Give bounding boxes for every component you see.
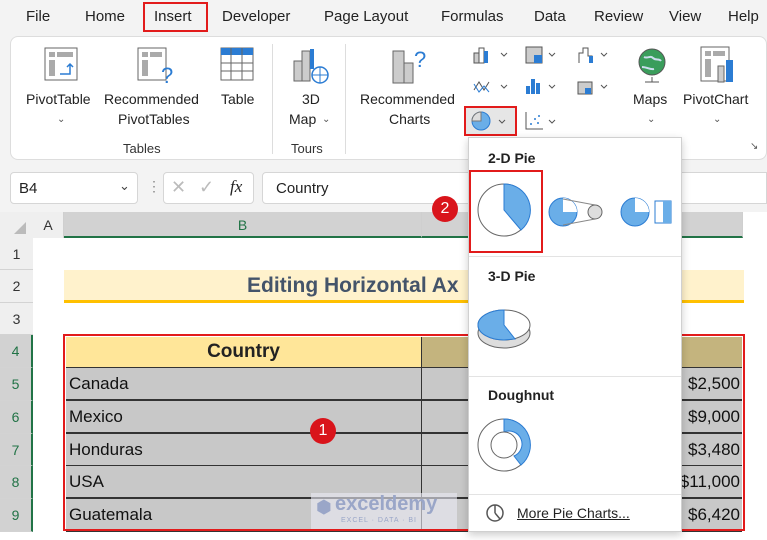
svg-text:?: ? bbox=[161, 63, 173, 85]
hierarchy-chart-button[interactable] bbox=[524, 45, 564, 65]
enter-icon[interactable]: ✓ bbox=[199, 177, 214, 198]
tab-developer[interactable]: Developer bbox=[222, 8, 290, 25]
more-pie-charts-link[interactable]: More Pie Charts... bbox=[485, 503, 675, 525]
group-tours-label: Tours bbox=[291, 141, 323, 156]
pie-of-pie-option[interactable] bbox=[547, 196, 607, 228]
bar-of-pie-option[interactable] bbox=[619, 196, 675, 228]
section-doughnut: Doughnut bbox=[488, 387, 555, 403]
recommended-pivottables-icon: ? bbox=[137, 47, 173, 85]
formula-buttons: ✕ ✓ fx bbox=[163, 172, 254, 204]
3d-pie-option[interactable] bbox=[477, 303, 537, 353]
table-label: Table bbox=[221, 91, 255, 107]
waterfall-chart-button[interactable] bbox=[576, 45, 616, 65]
step-2-badge: 2 bbox=[432, 196, 458, 222]
divider bbox=[469, 494, 681, 495]
select-all-button[interactable] bbox=[0, 212, 33, 238]
column-chart-button[interactable] bbox=[472, 45, 512, 65]
row-header-9[interactable]: 9 bbox=[0, 499, 33, 532]
pie-option[interactable] bbox=[477, 183, 535, 241]
more-pie-charts-label: More Pie Charts... bbox=[517, 505, 630, 521]
row-header-3[interactable]: 3 bbox=[0, 303, 33, 335]
pivottable-label: PivotTable bbox=[26, 91, 91, 107]
row-header-6[interactable]: 6 bbox=[0, 401, 33, 434]
table-icon bbox=[220, 47, 254, 81]
svg-text:?: ? bbox=[414, 47, 426, 72]
row-header-2[interactable]: 2 bbox=[0, 270, 33, 303]
row-header-8[interactable]: 8 bbox=[0, 466, 33, 499]
tab-data[interactable]: Data bbox=[534, 8, 566, 25]
maps-label: Maps bbox=[633, 91, 668, 107]
insert-function-icon[interactable]: fx bbox=[230, 177, 242, 197]
name-box-value: B4 bbox=[19, 180, 38, 197]
step-1-badge: 1 bbox=[310, 418, 336, 444]
dialog-launcher-icon[interactable]: ↘ bbox=[750, 141, 758, 152]
pivottable-icon bbox=[44, 47, 78, 81]
tab-view[interactable]: View bbox=[669, 8, 701, 25]
globe-icon bbox=[638, 48, 666, 83]
chevron-down-icon: ⌄ bbox=[57, 114, 66, 125]
section-2d-pie: 2-D Pie bbox=[488, 150, 536, 166]
row-header-5[interactable]: 5 bbox=[0, 368, 33, 401]
chevron-down-icon: ⌄ bbox=[322, 114, 331, 125]
pivotchart-label: PivotChart bbox=[683, 91, 749, 107]
chevron-down-icon: ⌄ bbox=[647, 114, 656, 125]
scatter-chart-button[interactable] bbox=[524, 110, 564, 132]
statistic-chart-button[interactable] bbox=[524, 76, 564, 96]
tab-help[interactable]: Help bbox=[728, 8, 759, 25]
chevron-down-icon: ⌄ bbox=[713, 114, 722, 125]
row-header-4[interactable]: 4 bbox=[0, 335, 33, 368]
tab-page-layout[interactable]: Page Layout bbox=[324, 8, 408, 25]
recommended-charts-label-2: Charts bbox=[389, 111, 431, 127]
row-header-1[interactable]: 1 bbox=[0, 238, 33, 270]
pie-icon bbox=[486, 504, 504, 522]
divider bbox=[469, 256, 681, 257]
column-header-a[interactable]: A bbox=[33, 212, 64, 238]
insert-highlight bbox=[143, 2, 208, 32]
3d-map-icon bbox=[293, 49, 329, 84]
section-3d-pie: 3-D Pie bbox=[488, 268, 536, 284]
combo-chart-button[interactable] bbox=[576, 76, 616, 96]
recommended-charts-icon: ? bbox=[392, 47, 426, 84]
chevron-down-icon: ⌄ bbox=[119, 178, 130, 193]
tab-file[interactable]: File bbox=[26, 8, 50, 25]
row-header-7[interactable]: 7 bbox=[0, 434, 33, 466]
divider bbox=[469, 376, 681, 377]
pivotchart-icon bbox=[700, 46, 733, 83]
separator bbox=[345, 44, 346, 154]
separator bbox=[272, 44, 273, 154]
doughnut-option[interactable] bbox=[477, 418, 535, 476]
pie-chart-dropdown: 2-D Pie 3-D Pie Doughnut More Pie Charts… bbox=[468, 137, 682, 532]
cancel-icon[interactable]: ✕ bbox=[171, 177, 186, 198]
recommended-pivottables-label-1: Recommended bbox=[104, 91, 199, 107]
3d-map-label-2: Map bbox=[289, 111, 317, 127]
formula-value: Country bbox=[276, 180, 329, 197]
recommended-pivottables-label-2: PivotTables bbox=[118, 111, 190, 127]
pie-chart-icon bbox=[471, 111, 506, 131]
more-options-icon[interactable]: ⋮ bbox=[147, 178, 161, 195]
tab-formulas[interactable]: Formulas bbox=[441, 8, 504, 25]
column-header-b[interactable]: B bbox=[64, 212, 422, 238]
line-chart-button[interactable] bbox=[472, 76, 512, 96]
3d-map-label-1: 3D bbox=[302, 91, 320, 107]
tab-review[interactable]: Review bbox=[594, 8, 643, 25]
tab-home[interactable]: Home bbox=[85, 8, 125, 25]
recommended-charts-label-1: Recommended bbox=[360, 91, 455, 107]
name-box[interactable]: B4 ⌄ bbox=[10, 172, 138, 204]
group-tables-label: Tables bbox=[123, 141, 161, 156]
sheet-title: Editing Horizontal Ax bbox=[247, 274, 459, 297]
